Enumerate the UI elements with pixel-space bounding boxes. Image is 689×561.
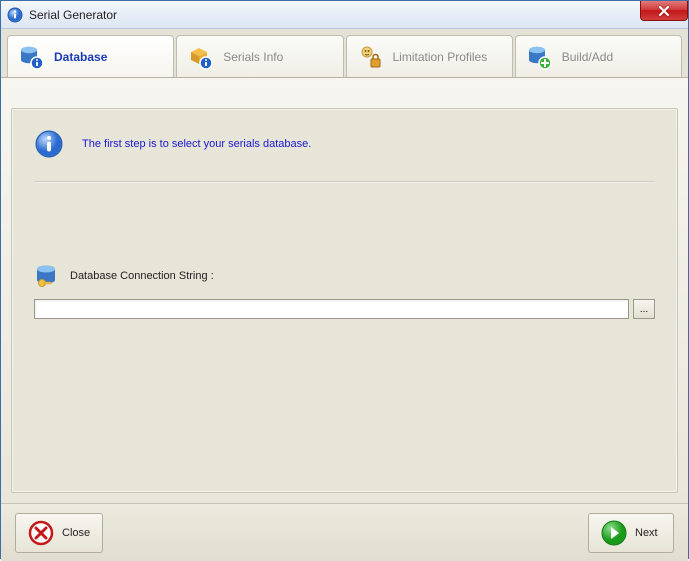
connection-label-row: Database Connection String : xyxy=(34,263,655,289)
connection-input-row: ... xyxy=(34,299,655,319)
tab-label: Serials Info xyxy=(223,50,283,64)
next-button[interactable]: Next xyxy=(588,513,674,553)
tab-limitation-profiles[interactable]: Limitation Profiles xyxy=(346,35,513,77)
tab-serials-info[interactable]: Serials Info xyxy=(176,35,343,77)
connection-string-label: Database Connection String : xyxy=(70,270,214,282)
close-button-label: Close xyxy=(62,527,90,539)
database-info-icon xyxy=(18,44,44,70)
database-key-icon xyxy=(34,263,60,289)
separator xyxy=(34,181,655,183)
box-info-icon xyxy=(187,44,213,70)
main-panel: The first step is to select your serials… xyxy=(11,108,678,493)
close-icon xyxy=(28,520,54,546)
tab-label: Limitation Profiles xyxy=(393,50,488,64)
next-button-label: Next xyxy=(635,527,658,539)
next-arrow-icon xyxy=(601,520,627,546)
titlebar: Serial Generator xyxy=(1,1,688,29)
footer-bar: Close Next xyxy=(1,503,688,561)
info-row: The first step is to select your serials… xyxy=(34,129,655,159)
close-button[interactable]: Close xyxy=(15,513,103,553)
app-info-icon xyxy=(7,7,23,23)
tab-build-add[interactable]: Build/Add xyxy=(515,35,682,77)
content-area: The first step is to select your serials… xyxy=(1,78,688,503)
tab-label: Database xyxy=(54,50,107,64)
lock-profile-icon xyxy=(357,44,383,70)
tab-database[interactable]: Database xyxy=(7,35,174,77)
database-add-icon xyxy=(526,44,552,70)
window-title: Serial Generator xyxy=(29,8,117,22)
window-close-button[interactable] xyxy=(640,1,688,21)
info-icon xyxy=(34,129,64,159)
info-message: The first step is to select your serials… xyxy=(82,138,311,150)
browse-button[interactable]: ... xyxy=(633,299,655,319)
tab-label: Build/Add xyxy=(562,50,613,64)
connection-string-input[interactable] xyxy=(34,299,629,319)
tab-bar: Database Serials Info Limitation Profile… xyxy=(1,29,688,78)
